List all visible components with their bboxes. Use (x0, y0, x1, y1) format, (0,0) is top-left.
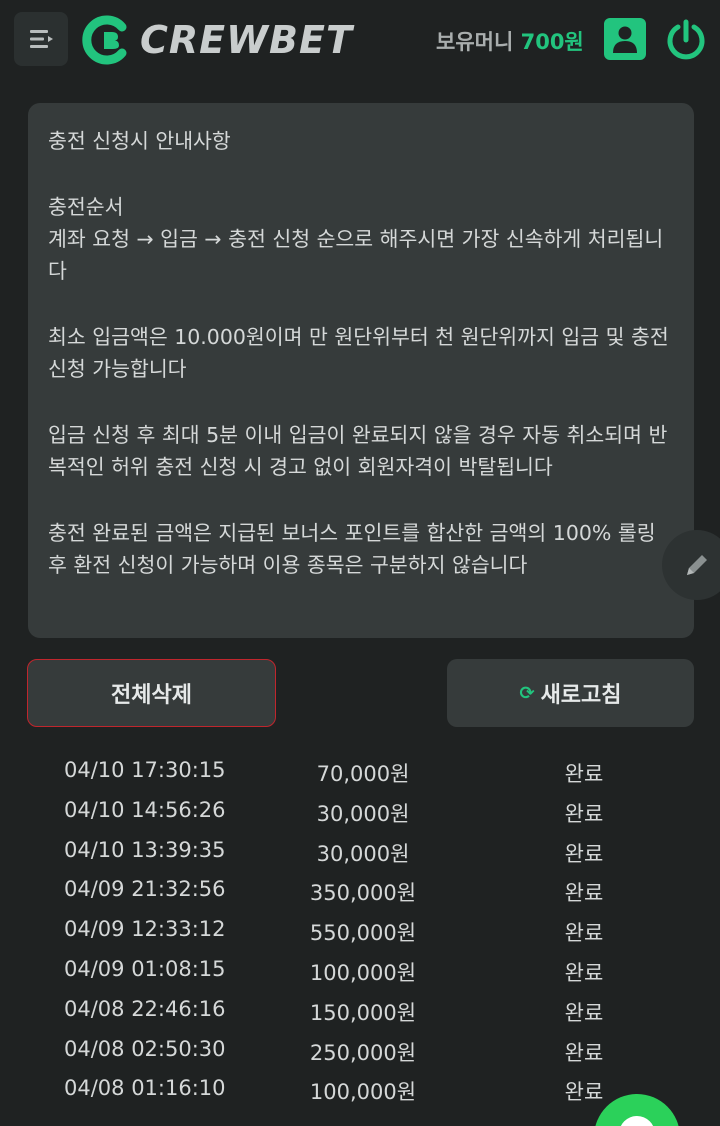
charge-page: CREWBET 보유머니 700원 충전 신청시 안내사항 충전순서 계좌 요청… (0, 0, 720, 1126)
row-amount: 150,000원 (309, 1000, 417, 1025)
crewbet-logo-icon (82, 15, 127, 65)
table-row[interactable]: 04/10 13:39:35 30,000원 완료 (0, 832, 720, 872)
row-amount: 550,000원 (309, 921, 417, 946)
notice-title: 충전 신청시 안내사항 (48, 129, 231, 153)
table-row[interactable]: 04/08 02:50:30 250,000원 완료 (0, 1031, 720, 1071)
refresh-button[interactable]: ⟳ 새로고침 (447, 659, 694, 727)
notice-section-order-body: 계좌 요청 → 입금 → 충전 신청 순으로 해주시면 가장 신속하게 처리됩니… (48, 227, 664, 283)
balance: 보유머니 700원 (436, 26, 584, 56)
row-amount: 30,000원 (316, 801, 410, 826)
row-time: 04/08 02:50:30 (64, 1036, 226, 1061)
row-time: 04/09 01:08:15 (64, 956, 226, 981)
row-amount: 70,000원 (316, 762, 410, 786)
power-icon (667, 19, 705, 60)
row-amount: 250,000원 (309, 1040, 417, 1065)
row-time: 04/08 22:46:16 (64, 996, 226, 1021)
row-amount: 100,000원 (309, 960, 417, 985)
row-amount: 350,000원 (309, 881, 417, 906)
logo-text: CREWBET (140, 18, 353, 62)
logout-button[interactable] (664, 18, 708, 62)
notice-section-rolling: 충전 완료된 금액은 지급된 보너스 포인트를 합산한 금액의 100% 롤링 … (48, 521, 656, 577)
row-status: 완료 (564, 841, 604, 866)
notice-section-cancel: 입금 신청 후 최대 5분 이내 입금이 완료되지 않을 경우 자동 취소되며 … (48, 423, 668, 479)
row-amount: 30,000원 (316, 841, 410, 866)
notice-section-order: 충전순서 계좌 요청 → 입금 → 충전 신청 순으로 해주시면 가장 신속하게… (48, 191, 674, 287)
refresh-icon: ⟳ (519, 682, 535, 704)
row-status: 완료 (564, 881, 604, 906)
balance-amount: 700원 (520, 30, 584, 54)
table-row[interactable]: 04/10 14:56:26 30,000원 완료 (0, 792, 720, 832)
row-time: 04/08 01:16:10 (64, 1076, 226, 1101)
notice-section-order-title: 충전순서 (48, 195, 124, 219)
chat-icon (619, 1116, 655, 1126)
charge-history-list: 04/10 17:30:15 70,000원 완료 04/10 14:56:26… (0, 752, 720, 1110)
logo[interactable]: CREWBET (82, 12, 353, 68)
row-time: 04/09 21:32:56 (64, 877, 226, 902)
charge-notice: 충전 신청시 안내사항 충전순서 계좌 요청 → 입금 → 충전 신청 순으로 … (28, 103, 694, 638)
row-amount: 100,000원 (309, 1080, 417, 1105)
menu-button[interactable] (14, 12, 68, 66)
menu-icon (30, 30, 53, 48)
header: CREWBET 보유머니 700원 (0, 0, 720, 82)
row-status: 완료 (564, 921, 604, 946)
delete-all-label: 전체삭제 (111, 683, 192, 708)
table-row[interactable]: 04/08 22:46:16 150,000원 완료 (0, 991, 720, 1031)
table-row[interactable]: 04/09 21:32:56 350,000원 완료 (0, 871, 720, 911)
notice-section-minimum: 최소 입금액은 10.000원이며 만 원단위부터 천 원단위까지 입금 및 충… (48, 325, 669, 381)
table-row[interactable]: 04/09 12:33:12 550,000원 완료 (0, 911, 720, 951)
row-status: 완료 (564, 1000, 604, 1025)
row-time: 04/10 13:39:35 (64, 837, 226, 862)
row-status: 완료 (564, 1040, 604, 1065)
row-time: 04/10 17:30:15 (64, 758, 226, 782)
balance-label: 보유머니 (436, 30, 514, 54)
user-button[interactable] (604, 18, 646, 60)
delete-all-button[interactable]: 전체삭제 (27, 659, 276, 727)
user-icon (613, 26, 637, 53)
pencil-icon (687, 555, 707, 575)
row-status: 완료 (564, 960, 604, 985)
table-row[interactable]: 04/10 17:30:15 70,000원 완료 (0, 752, 720, 792)
row-time: 04/09 12:33:12 (64, 917, 226, 942)
row-status: 완료 (564, 762, 604, 786)
table-row[interactable]: 04/09 01:08:15 100,000원 완료 (0, 951, 720, 991)
row-status: 완료 (564, 801, 604, 826)
row-time: 04/10 14:56:26 (64, 797, 226, 822)
refresh-label: 새로고침 (540, 683, 622, 708)
